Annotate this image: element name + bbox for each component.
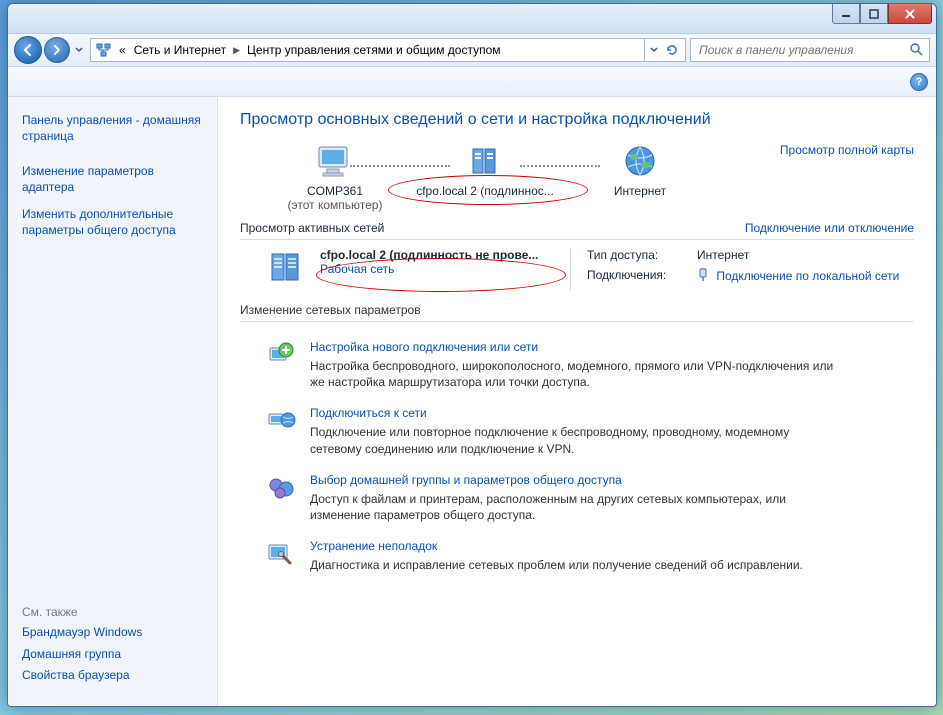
work-network-icon [268, 248, 310, 291]
network-tasks: Настройка нового подключения или сети На… [240, 340, 914, 573]
active-network-type-link[interactable]: Рабочая сеть [320, 262, 394, 276]
task-homegroup: Выбор домашней группы и параметров общег… [240, 473, 914, 523]
see-also-section: См. также Брандмауэр Windows Домашняя гр… [22, 597, 203, 696]
network-center-icon [95, 41, 113, 59]
access-type-value: Интернет [697, 248, 749, 262]
connection-link[interactable]: Подключение по локальной сети [716, 269, 899, 283]
back-button[interactable] [14, 36, 42, 64]
maximize-button[interactable] [860, 4, 888, 24]
breadcrumb-prefix[interactable]: « [115, 43, 130, 57]
homegroup-icon [266, 473, 296, 503]
active-networks-label: Просмотр активных сетей [240, 221, 745, 235]
arrow-left-icon [21, 43, 35, 57]
arrow-right-icon [51, 44, 63, 56]
window-titlebar [8, 4, 936, 34]
map-pc-name: COMP361 [280, 184, 390, 198]
connections-label: Подключения: [587, 268, 697, 283]
task-new-connection-desc: Настройка беспроводного, широкополосного… [310, 358, 840, 390]
see-also-homegroup-link[interactable]: Домашняя группа [22, 647, 203, 663]
active-network-text: cfpo.local 2 (подлинность не прове... Ра… [320, 248, 538, 276]
new-connection-icon [266, 340, 296, 370]
task-homegroup-title[interactable]: Выбор домашней группы и параметров общег… [310, 473, 840, 487]
connect-disconnect-link[interactable]: Подключение или отключение [745, 221, 914, 235]
task-troubleshoot-desc: Диагностика и исправление сетевых пробле… [310, 557, 803, 573]
content-body: Панель управления - домашняя страница Из… [8, 97, 936, 706]
active-network-entry: cfpo.local 2 (подлинность не прове... Ра… [240, 248, 914, 291]
active-networks-header-row: Просмотр активных сетей Подключение или … [240, 221, 914, 235]
tool-strip: ? [8, 67, 936, 97]
network-node-icon [463, 170, 507, 184]
address-bar-end [644, 39, 681, 61]
map-network-name: cfpo.local 2 (подлиннос... [395, 184, 575, 198]
task-troubleshoot-title[interactable]: Устранение неполадок [310, 539, 803, 553]
address-dropdown-button[interactable] [645, 39, 663, 61]
see-also-firewall-link[interactable]: Брандмауэр Windows [22, 625, 203, 641]
task-new-connection: Настройка нового подключения или сети На… [240, 340, 914, 390]
task-connect-title[interactable]: Подключиться к сети [310, 406, 840, 420]
task-troubleshoot: Устранение неполадок Диагностика и испра… [240, 539, 914, 573]
see-also-header: См. также [22, 605, 203, 619]
close-button[interactable] [888, 4, 932, 24]
divider [240, 239, 914, 240]
active-network-left: cfpo.local 2 (подлинность не прове... Ра… [240, 248, 570, 291]
refresh-button[interactable] [663, 39, 681, 61]
window-buttons [832, 4, 932, 24]
help-icon: ? [916, 76, 923, 88]
divider-2 [240, 321, 914, 322]
task-connect: Подключиться к сети Подключение или повт… [240, 406, 914, 456]
main-heading: Просмотр основных сведений о сети и наст… [240, 111, 914, 129]
map-internet[interactable]: Интернет [600, 143, 680, 198]
task-connect-desc: Подключение или повторное подключение к … [310, 424, 840, 456]
computer-icon [313, 170, 357, 184]
nav-buttons [14, 36, 84, 64]
globe-icon [620, 170, 660, 184]
window-frame: « Сеть и Интернет ▶ Центр управления сет… [7, 3, 937, 707]
search-input[interactable] [697, 42, 905, 58]
close-icon [904, 9, 916, 19]
breadcrumb-seg-1[interactable]: Сеть и Интернет [130, 43, 230, 57]
address-bar[interactable]: « Сеть и Интернет ▶ Центр управления сет… [90, 38, 686, 62]
access-type-label: Тип доступа: [587, 248, 697, 262]
network-map: COMP361 (этот компьютер) cfpo.local 2 (п… [240, 143, 914, 213]
active-network-right: Тип доступа: Интернет Подключения: Подкл… [570, 248, 899, 291]
active-network-name: cfpo.local 2 (подлинность не прове... [320, 248, 538, 262]
chevron-right-icon[interactable]: ▶ [230, 45, 243, 56]
map-pc[interactable]: COMP361 (этот компьютер) [280, 143, 390, 212]
sidebar: Панель управления - домашняя страница Из… [8, 97, 218, 706]
troubleshoot-icon [266, 539, 296, 569]
see-also-browser-link[interactable]: Свойства браузера [22, 668, 203, 684]
view-full-map-link[interactable]: Просмотр полной карты [780, 143, 914, 157]
task-homegroup-desc: Доступ к файлам и принтерам, расположенн… [310, 491, 840, 523]
help-button[interactable]: ? [910, 73, 928, 91]
minimize-button[interactable] [832, 4, 860, 24]
search-box[interactable] [690, 38, 930, 62]
main-content: Просмотр основных сведений о сети и наст… [218, 97, 936, 706]
refresh-icon [665, 43, 679, 57]
chevron-down-icon [650, 46, 658, 54]
recent-dropdown-icon[interactable] [74, 41, 84, 59]
nav-bar: « Сеть и Интернет ▶ Центр управления сет… [8, 34, 936, 67]
connect-icon [266, 406, 296, 436]
task-new-connection-title[interactable]: Настройка нового подключения или сети [310, 340, 840, 354]
forward-button[interactable] [44, 37, 70, 63]
change-settings-header: Изменение сетевых параметров [240, 303, 914, 317]
minimize-icon [841, 9, 851, 19]
maximize-icon [869, 9, 879, 19]
map-pc-sub: (этот компьютер) [280, 198, 390, 212]
sidebar-adapter-settings-link[interactable]: Изменение параметров адаптера [22, 164, 203, 195]
connection-icon [697, 268, 709, 282]
search-icon [909, 42, 923, 59]
map-internet-label: Интернет [600, 184, 680, 198]
map-network[interactable]: cfpo.local 2 (подлиннос... [395, 143, 575, 198]
sidebar-sharing-settings-link[interactable]: Изменить дополнительные параметры общего… [22, 207, 203, 238]
breadcrumb-seg-2[interactable]: Центр управления сетями и общим доступом [243, 43, 505, 57]
sidebar-home-link[interactable]: Панель управления - домашняя страница [22, 113, 203, 144]
